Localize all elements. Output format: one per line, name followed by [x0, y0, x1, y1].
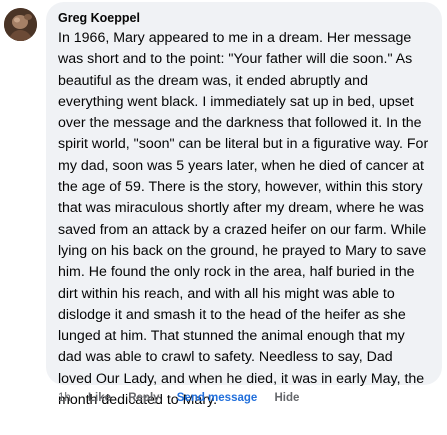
reply-button[interactable]: Reply — [128, 392, 159, 404]
comment-author[interactable]: Greg Koeppel — [58, 10, 430, 27]
comment: Greg Koeppel In 1966, Mary appeared to m… — [0, 0, 447, 435]
send-message-button[interactable]: Send message — [177, 392, 258, 404]
comment-text: In 1966, Mary appeared to me in a dream.… — [58, 30, 429, 409]
comment-timestamp[interactable]: 1h — [58, 392, 71, 404]
like-button[interactable]: Like — [88, 392, 111, 404]
avatar[interactable] — [4, 8, 37, 41]
comment-actions: 1h Like Reply Send message Hide — [58, 391, 313, 405]
profile-photo-icon — [4, 8, 37, 41]
hide-button[interactable]: Hide — [275, 392, 300, 404]
comment-bubble: Greg Koeppel In 1966, Mary appeared to m… — [46, 2, 442, 408]
